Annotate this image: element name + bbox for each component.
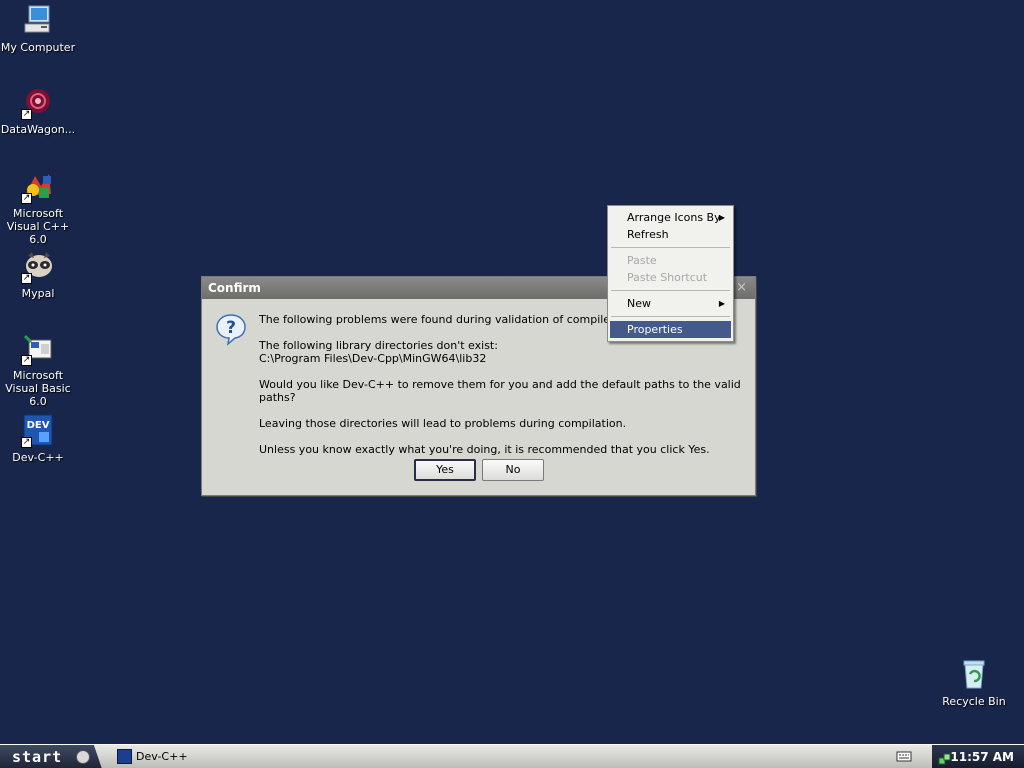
desktop-icon-label: My Computer (0, 41, 76, 54)
menu-item-properties[interactable]: Properties (610, 321, 731, 338)
system-tray: 11:57 AM (932, 745, 1024, 768)
menu-separator (611, 290, 730, 291)
network-icon[interactable] (938, 750, 951, 765)
message-line-3: Would you like Dev-C++ to remove them fo… (259, 378, 741, 404)
recycle-bin-icon (957, 658, 991, 692)
desktop-icon-label: Microsoft Visual Basic 6.0 (5, 369, 71, 408)
visual-cpp-icon: ↗ (21, 170, 55, 204)
desktop-icon-mypal[interactable]: ↗ Mypal (0, 250, 78, 300)
desktop-icon-label: Microsoft Visual C++ 6.0 (6, 207, 70, 246)
mypal-icon: ↗ (21, 250, 55, 284)
desktop-icon-datawagon[interactable]: ↗ DataWagon... (0, 86, 78, 136)
submenu-arrow-icon: ▶ (718, 299, 725, 308)
shortcut-arrow-icon: ↗ (21, 437, 32, 448)
desktop-icon-my-computer[interactable]: My Computer (0, 4, 78, 54)
start-orb-icon (76, 750, 90, 764)
menu-item-refresh[interactable]: Refresh (610, 226, 731, 243)
desktop-icon-visual-basic[interactable]: ↗ Microsoft Visual Basic 6.0 (0, 332, 78, 408)
taskbar: start Dev-C++ 11:57 AM (0, 744, 1024, 768)
desktop-icon-visual-cpp[interactable]: ↗ Microsoft Visual C++ 6.0 (0, 170, 78, 246)
clock[interactable]: 11:57 AM (950, 750, 1014, 764)
close-icon[interactable]: × (736, 277, 747, 299)
desktop-icon-label: Mypal (21, 287, 55, 300)
visual-basic-icon: ↗ (21, 332, 55, 366)
menu-separator (611, 247, 730, 248)
menu-item-new[interactable]: New ▶ (610, 295, 731, 312)
menu-item-label: New (627, 297, 651, 310)
message-line-2: The following library directories don't … (259, 339, 498, 365)
taskbar-item-dev-cpp[interactable]: Dev-C++ (114, 747, 274, 767)
keyboard-icon[interactable] (896, 749, 912, 763)
desktop-icon-label: DataWagon... (0, 123, 76, 136)
desktop-icon-label: Dev-C++ (12, 451, 64, 464)
datawagon-icon: ↗ (21, 86, 55, 120)
shortcut-arrow-icon: ↗ (21, 355, 32, 366)
message-line-4: Leaving those directories will lead to p… (259, 417, 627, 430)
start-label: start (12, 748, 63, 766)
menu-item-paste-shortcut: Paste Shortcut (627, 271, 708, 284)
dev-cpp-icon: DEV ↗ (21, 414, 55, 448)
dialog-title: Confirm (208, 281, 261, 295)
no-button[interactable]: No (482, 459, 544, 481)
dev-cpp-icon (117, 749, 132, 764)
desktop-icon-dev-cpp[interactable]: DEV ↗ Dev-C++ (0, 414, 78, 464)
message-line-5: Unless you know exactly what you're doin… (259, 443, 710, 456)
my-computer-icon (21, 4, 55, 38)
menu-item-arrange-icons-by[interactable]: Arrange Icons By ▶ (610, 209, 731, 226)
question-icon: ? (214, 312, 248, 346)
desktop-context-menu: Arrange Icons By ▶ Refresh Paste Paste S… (607, 205, 734, 342)
taskbar-item-label: Dev-C++ (136, 750, 188, 763)
submenu-arrow-icon: ▶ (718, 213, 725, 222)
menu-item-paste: Paste (627, 254, 657, 267)
shortcut-arrow-icon: ↗ (21, 193, 32, 204)
svg-text:DEV: DEV (27, 420, 50, 431)
shortcut-arrow-icon: ↗ (21, 273, 32, 284)
shortcut-arrow-icon: ↗ (21, 109, 32, 120)
desktop-icon-label: Recycle Bin (942, 695, 1006, 708)
svg-text:?: ? (226, 318, 236, 338)
menu-separator (611, 316, 730, 317)
desktop-icon-recycle-bin[interactable]: Recycle Bin (934, 658, 1014, 708)
menu-item-label: Arrange Icons By (627, 211, 721, 224)
yes-button[interactable]: Yes (414, 459, 476, 481)
